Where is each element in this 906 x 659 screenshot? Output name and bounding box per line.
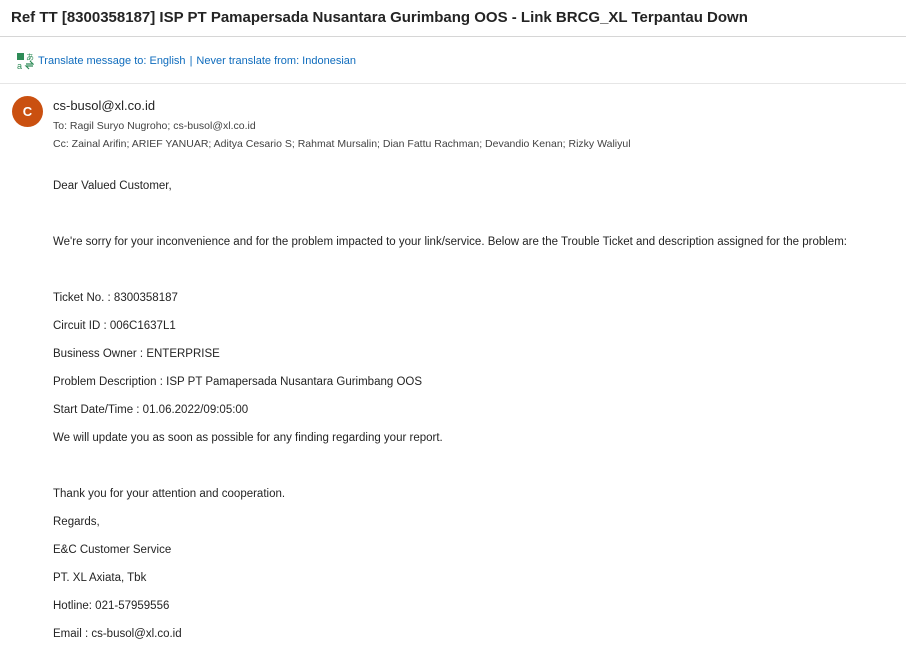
contact-email: Email : cs-busol@xl.co.id: [53, 628, 182, 640]
hotline: Hotline: 021-57959556: [53, 600, 170, 612]
sender-address[interactable]: cs-busol@xl.co.id: [53, 98, 155, 113]
translate-link[interactable]: Translate message to: English: [38, 55, 186, 67]
start-datetime: Start Date/Time : 01.06.2022/09:05:00: [53, 404, 249, 416]
translate-divider: |: [189, 55, 193, 67]
team-name: E&C Customer Service: [53, 544, 172, 556]
avatar[interactable]: C: [12, 96, 43, 127]
translate-bar: あa Translate message to: English | Never…: [16, 52, 356, 70]
divider: [0, 36, 906, 37]
svg-text:あ: あ: [26, 53, 34, 62]
intro-text: We're sorry for your inconvenience and f…: [53, 236, 847, 248]
update-text: We will update you as soon as possible f…: [53, 432, 443, 444]
ticket-number: Ticket No. : 8300358187: [53, 292, 178, 304]
circuit-id: Circuit ID : 006C1637L1: [53, 320, 176, 332]
business-owner: Business Owner : ENTERPRISE: [53, 348, 220, 360]
thanks-text: Thank you for your attention and coopera…: [53, 488, 286, 500]
problem-description: Problem Description : ISP PT Pamapersada…: [53, 376, 423, 388]
company-name: PT. XL Axiata, Tbk: [53, 572, 147, 584]
divider: [0, 83, 906, 84]
email-subject: Ref TT [8300358187] ISP PT Pamapersada N…: [11, 9, 748, 26]
translate-icon: あa: [17, 53, 34, 70]
email-body: Dear Valued Customer, We're sorry for yo…: [53, 177, 898, 653]
svg-text:a: a: [17, 61, 22, 70]
to-recipients[interactable]: To: Ragil Suryo Nugroho; cs-busol@xl.co.…: [53, 120, 256, 132]
never-translate-link[interactable]: Never translate from: Indonesian: [196, 55, 356, 67]
greeting: Dear Valued Customer,: [53, 180, 172, 192]
regards: Regards,: [53, 516, 100, 528]
cc-recipients[interactable]: Cc: Zainal Arifin; ARIEF YANUAR; Aditya …: [53, 138, 631, 150]
